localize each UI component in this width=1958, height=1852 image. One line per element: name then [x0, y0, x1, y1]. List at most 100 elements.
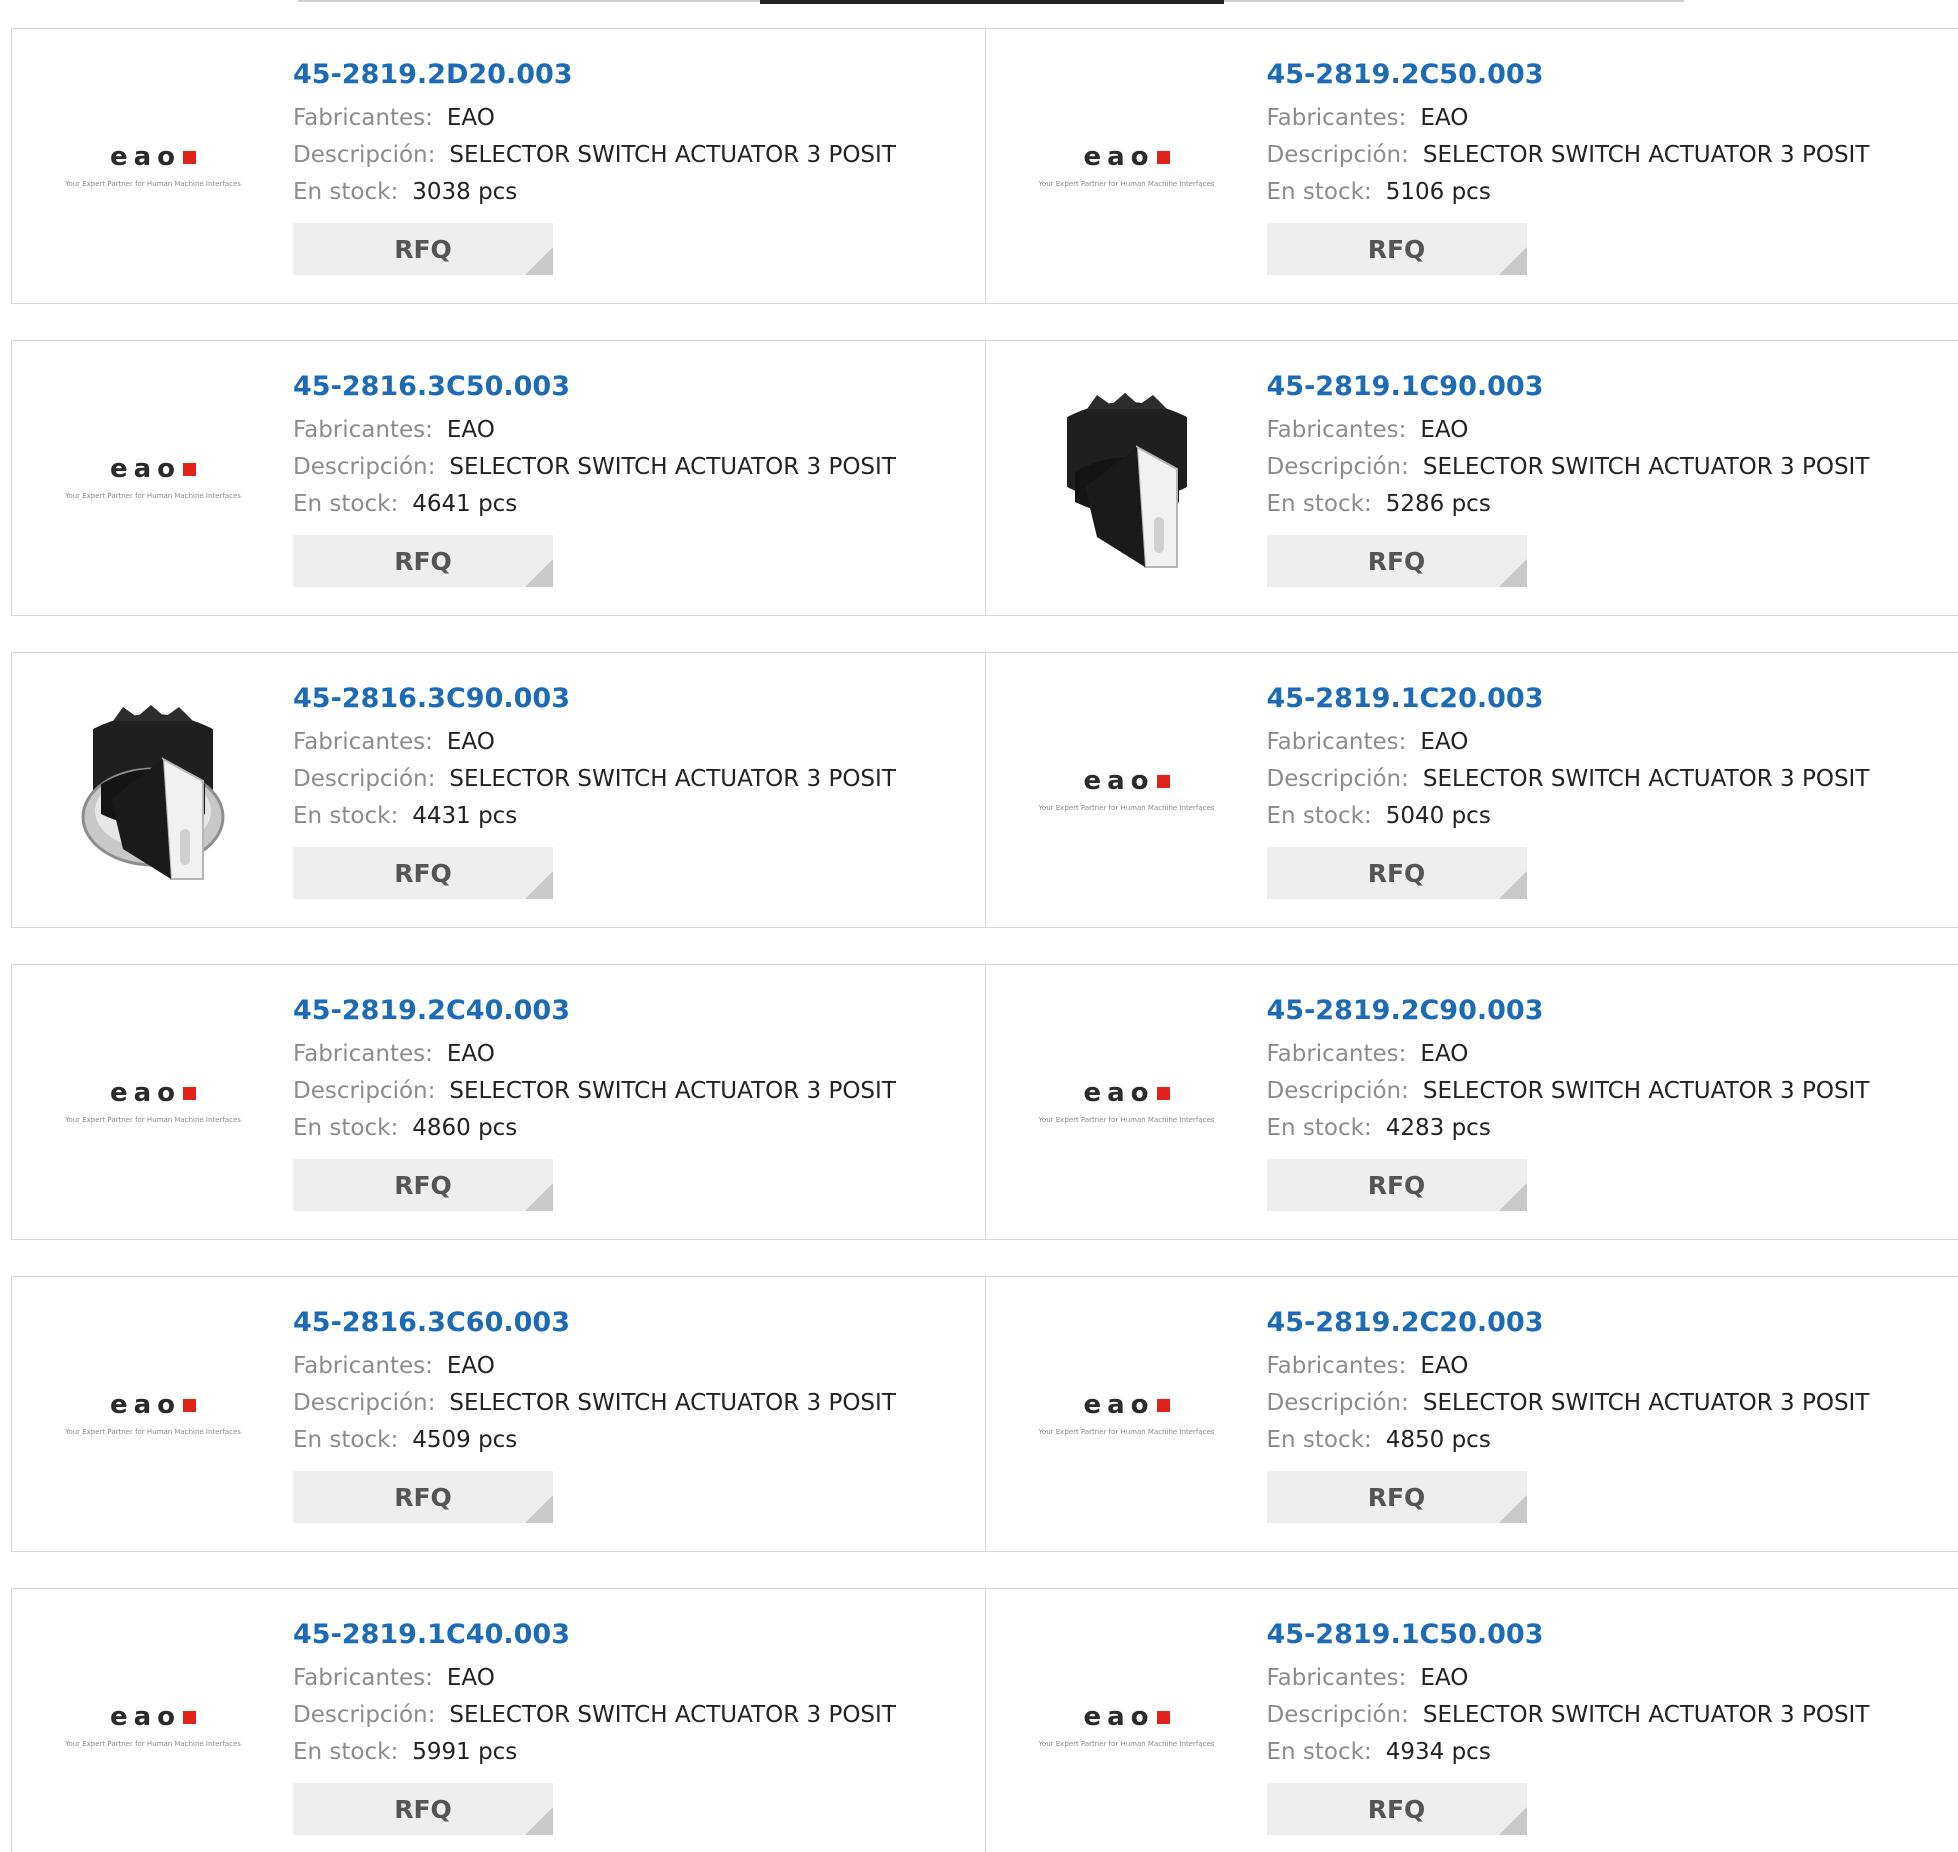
manufacturer-value: EAO: [1420, 1353, 1469, 1379]
part-number-link[interactable]: 45-2819.2D20.003: [293, 59, 896, 90]
manufacturer-value: EAO: [1420, 105, 1469, 131]
description-value: SELECTOR SWITCH ACTUATOR 3 POSIT: [449, 1702, 896, 1728]
rfq-corner-decoration: [525, 247, 553, 275]
product-image[interactable]: [48, 689, 258, 889]
eao-logo-tagline: Your Expert Partner for Human Machine In…: [65, 492, 241, 500]
product-info: 45-2819.1C90.003 Fabricantes: EAO Descrip…: [1266, 371, 1870, 587]
product-image[interactable]: eao Your Expert Partner for Human Machine…: [1022, 1313, 1232, 1513]
rfq-button[interactable]: RFQ: [293, 1159, 553, 1211]
product-row: eao Your Expert Partner for Human Machine…: [11, 28, 1958, 304]
product-image[interactable]: [1022, 377, 1232, 577]
product-image[interactable]: eao Your Expert Partner for Human Machine…: [48, 65, 258, 265]
product-card: 45-2819.1C90.003 Fabricantes: EAO Descrip…: [985, 340, 1958, 616]
manufacturer-label: Fabricantes:: [1266, 1041, 1407, 1067]
rfq-button[interactable]: RFQ: [293, 535, 553, 587]
product-card: eao Your Expert Partner for Human Machine…: [985, 1588, 1958, 1852]
manufacturer-row: Fabricantes: EAO: [1267, 724, 1870, 761]
product-image[interactable]: eao Your Expert Partner for Human Machine…: [48, 1001, 258, 1201]
eao-logo-square: [1156, 1398, 1170, 1412]
rfq-button-label: RFQ: [394, 1482, 452, 1512]
part-number-link[interactable]: 45-2819.1C40.003: [293, 1619, 896, 1650]
stock-label: En stock:: [1266, 1739, 1372, 1765]
rfq-button-label: RFQ: [1367, 1170, 1426, 1200]
description-value: SELECTOR SWITCH ACTUATOR 3 POSIT: [1422, 766, 1870, 792]
product-image[interactable]: eao Your Expert Partner for Human Machine…: [48, 377, 258, 577]
stock-label: En stock:: [1266, 1427, 1372, 1453]
manufacturer-value: EAO: [446, 729, 495, 755]
part-number-link[interactable]: 45-2819.2C50.003: [1267, 59, 1870, 90]
product-image[interactable]: eao Your Expert Partner for Human Machine…: [48, 1625, 258, 1825]
product-image[interactable]: eao Your Expert Partner for Human Machine…: [1022, 65, 1232, 265]
product-image[interactable]: eao Your Expert Partner for Human Machine…: [1022, 1001, 1232, 1201]
rfq-button-label: RFQ: [1367, 1482, 1426, 1512]
eao-logo-tagline: Your Expert Partner for Human Machine In…: [65, 1740, 241, 1748]
part-number-link[interactable]: 45-2816.3C60.003: [293, 1307, 896, 1338]
part-number-link[interactable]: 45-2816.3C50.003: [293, 371, 896, 402]
part-number-link[interactable]: 45-2819.1C20.003: [1267, 683, 1870, 714]
manufacturer-label: Fabricantes:: [1266, 105, 1407, 131]
rfq-button-label: RFQ: [1367, 1794, 1426, 1824]
eao-logo-text: eao: [1083, 142, 1155, 172]
eao-logo-tagline: Your Expert Partner for Human Machine In…: [65, 180, 241, 188]
description-label: Descripción:: [293, 1702, 436, 1728]
description-row: Descripción: SELECTOR SWITCH ACTUATOR 3 P…: [1267, 761, 1870, 798]
product-list-page: eao Your Expert Partner for Human Machine…: [0, 0, 1958, 1852]
rfq-button[interactable]: RFQ: [293, 1471, 553, 1523]
product-image[interactable]: eao Your Expert Partner for Human Machine…: [48, 1313, 258, 1513]
rfq-button[interactable]: RFQ: [1266, 1783, 1527, 1835]
active-tab-indicator: [760, 0, 1224, 4]
rfq-button[interactable]: RFQ: [293, 847, 553, 899]
description-row: Descripción: SELECTOR SWITCH ACTUATOR 3 P…: [293, 449, 896, 486]
eao-logo-text: eao: [1083, 1702, 1155, 1732]
eao-logo: eao Your Expert Partner for Human Machine…: [65, 142, 241, 188]
stock-value: 4934 pcs: [1385, 1739, 1491, 1765]
eao-logo: eao Your Expert Partner for Human Machine…: [1039, 1390, 1215, 1436]
product-image[interactable]: eao Your Expert Partner for Human Machine…: [1022, 1625, 1232, 1825]
part-number-link[interactable]: 45-2819.1C90.003: [1267, 371, 1870, 402]
part-number-link[interactable]: 45-2819.2C20.003: [1267, 1307, 1870, 1338]
rfq-corner-decoration: [1498, 559, 1527, 587]
part-number-link[interactable]: 45-2816.3C90.003: [293, 683, 896, 714]
manufacturer-value: EAO: [446, 1041, 495, 1067]
description-label: Descripción:: [1266, 454, 1409, 480]
eao-logo-tagline: Your Expert Partner for Human Machine In…: [65, 1116, 241, 1124]
eao-logo-tagline: Your Expert Partner for Human Machine In…: [1038, 1428, 1215, 1436]
stock-value: 5040 pcs: [1385, 803, 1491, 829]
description-row: Descripción: SELECTOR SWITCH ACTUATOR 3 P…: [1267, 1073, 1870, 1110]
eao-logo-square: [183, 1086, 197, 1100]
rfq-button[interactable]: RFQ: [1266, 223, 1527, 275]
manufacturer-row: Fabricantes: EAO: [293, 1036, 896, 1073]
stock-value: 3038 pcs: [412, 179, 518, 205]
description-label: Descripción:: [293, 454, 436, 480]
stock-value: 4850 pcs: [1385, 1427, 1491, 1453]
part-number-link[interactable]: 45-2819.1C50.003: [1267, 1619, 1870, 1650]
eao-logo-text: eao: [109, 1078, 182, 1108]
eao-logo-tagline: Your Expert Partner for Human Machine In…: [1038, 180, 1215, 188]
stock-row: En stock: 5106 pcs: [1267, 174, 1870, 211]
product-row: 45-2816.3C90.003 Fabricantes: EAO Descrip…: [11, 652, 1958, 928]
product-row: eao Your Expert Partner for Human Machine…: [11, 1276, 1958, 1552]
manufacturer-value: EAO: [1420, 1041, 1469, 1067]
rfq-button[interactable]: RFQ: [1266, 847, 1527, 899]
product-card: eao Your Expert Partner for Human Machine…: [11, 340, 986, 616]
description-row: Descripción: SELECTOR SWITCH ACTUATOR 3 P…: [293, 1073, 896, 1110]
stock-label: En stock:: [293, 803, 399, 829]
product-info: 45-2819.2C90.003 Fabricantes: EAO Descrip…: [1266, 995, 1870, 1211]
rfq-button[interactable]: RFQ: [1266, 1159, 1527, 1211]
rfq-button[interactable]: RFQ: [293, 1783, 553, 1835]
part-number-link[interactable]: 45-2819.2C90.003: [1267, 995, 1870, 1026]
rfq-button[interactable]: RFQ: [1266, 535, 1527, 587]
stock-label: En stock:: [1266, 491, 1372, 517]
product-image[interactable]: eao Your Expert Partner for Human Machine…: [1022, 689, 1232, 889]
eao-logo-square: [183, 150, 197, 164]
stock-label: En stock:: [1266, 1115, 1372, 1141]
rfq-button-label: RFQ: [1367, 546, 1426, 576]
part-number-link[interactable]: 45-2819.2C40.003: [293, 995, 896, 1026]
manufacturer-row: Fabricantes: EAO: [1267, 1660, 1870, 1697]
eao-logo-text: eao: [109, 142, 182, 172]
rfq-button[interactable]: RFQ: [1266, 1471, 1527, 1523]
rfq-corner-decoration: [1498, 871, 1527, 899]
rfq-button[interactable]: RFQ: [293, 223, 553, 275]
stock-row: En stock: 4860 pcs: [293, 1110, 896, 1147]
rfq-button-label: RFQ: [394, 1170, 452, 1200]
